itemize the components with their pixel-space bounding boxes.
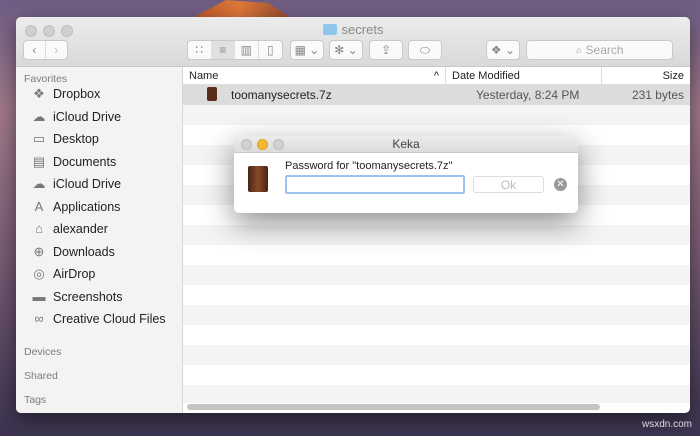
ok-button[interactable]: Ok	[473, 176, 544, 193]
sidebar-item[interactable]: ◎ AirDrop	[31, 266, 96, 282]
sidebar-item[interactable]: ☁ iCloud Drive	[31, 108, 122, 124]
dropbox-button[interactable]: ❖ ⌄	[486, 40, 520, 60]
tags-heading[interactable]: Tags	[16, 394, 46, 406]
folder-icon: ▬	[32, 288, 46, 304]
horizontal-scrollbar[interactable]	[187, 404, 600, 410]
back-button[interactable]: ‹	[24, 41, 46, 59]
sidebar-item[interactable]: ▬ Screenshots	[31, 288, 123, 304]
sidebar-item-label: iCloud Drive	[53, 109, 122, 124]
search-icon: ⌕	[575, 42, 586, 57]
cloud-icon: ☁	[32, 176, 46, 191]
sidebar-item-label: AirDrop	[53, 267, 96, 281]
view-switcher: ∷ ≡ ▥ ▯	[187, 40, 283, 60]
column-header-date[interactable]: Date Modified	[446, 67, 602, 84]
sidebar-item-label: iCloud Drive	[53, 177, 122, 191]
sidebar-item-label: Creative Cloud Files	[53, 312, 166, 326]
favorites-heading: Favorites	[24, 73, 68, 85]
finder-window: secrets ‹ › ∷ ≡ ▥ ▯ ▦ ⌄ ✻ ⌄ ⇪ ⬭ ❖ ⌄ ⌕ Search…	[16, 17, 690, 413]
forward-button[interactable]: ›	[46, 41, 67, 59]
sidebar-item[interactable]: ▤ Documents	[31, 153, 117, 169]
title-bar: secrets ‹ › ∷ ≡ ▥ ▯ ▦ ⌄ ✻ ⌄ ⇪ ⬭ ❖ ⌄ ⌕ Search	[16, 17, 690, 67]
sidebar-item-label: Dropbox	[53, 87, 101, 101]
folder-icon	[322, 24, 337, 35]
cancel-x-icon[interactable]: ✕	[554, 178, 567, 191]
column-header-name[interactable]: Name ^	[183, 67, 446, 84]
file-name: toomanysecrets.7z	[231, 88, 332, 102]
file-list: Name ^ Date Modified Size toomanysecrets.…	[183, 67, 690, 413]
desktop-icon: ▭	[32, 131, 46, 146]
sidebar-item-label: Downloads	[53, 244, 115, 259]
dropbox-icon: ❖	[33, 86, 45, 101]
action-gear-button[interactable]: ✻ ⌄	[329, 40, 363, 60]
password-prompt: Password for "toomanysecrets.7z"	[285, 160, 453, 172]
tags-button[interactable]: ⬭	[408, 40, 442, 60]
sidebar-item[interactable]: ⌂ alexander	[31, 221, 108, 237]
applications-icon: A	[34, 198, 44, 214]
downloads-icon: ⊕	[33, 243, 45, 259]
cloud-icon: ☁	[32, 108, 46, 124]
dialog-close-button[interactable]	[241, 139, 252, 150]
shared-heading[interactable]: Shared	[16, 370, 58, 382]
airdrop-icon: ◎	[33, 266, 45, 281]
creative-cloud-icon: ∞	[34, 311, 44, 326]
search-field[interactable]: ⌕ Search	[526, 40, 673, 60]
window-title: secrets	[341, 22, 384, 37]
file-row[interactable]: toomanysecrets.7z Yesterday, 8:24 PM 231…	[183, 85, 690, 105]
sidebar-item[interactable]: ▭ Desktop	[31, 131, 99, 147]
watermark: wsxdn.com	[641, 419, 692, 430]
column-view-button[interactable]: ▥	[235, 41, 259, 59]
sidebar: Favorites ❖ Dropbox ☁ iCloud Drive ▭ Desktop ▤…	[16, 67, 183, 413]
dialog-zoom-button[interactable]	[273, 139, 284, 150]
home-icon: ⌂	[35, 221, 43, 236]
nav-buttons: ‹ ›	[23, 40, 68, 60]
sidebar-item[interactable]: ☁ iCloud Drive	[31, 176, 122, 192]
sidebar-item-label: Desktop	[53, 132, 99, 146]
sidebar-item[interactable]: ⊕ Downloads	[31, 243, 115, 259]
arrange-button[interactable]: ▦ ⌄	[290, 40, 324, 60]
dialog-minimize-button[interactable]	[257, 139, 268, 150]
archive-icon	[207, 86, 217, 101]
gallery-view-button[interactable]: ▯	[259, 41, 282, 59]
share-button[interactable]: ⇪	[369, 40, 403, 60]
sort-ascending-icon: ^	[433, 70, 439, 82]
sidebar-item[interactable]: ❖ Dropbox	[31, 86, 101, 102]
sidebar-item-label: Documents	[53, 154, 117, 169]
file-date: Yesterday, 8:24 PM	[476, 88, 580, 102]
sidebar-item[interactable]: ∞ Creative Cloud Files	[31, 311, 166, 327]
column-header-size[interactable]: Size	[602, 67, 690, 84]
keka-app-icon	[248, 166, 268, 192]
password-input[interactable]	[285, 175, 465, 194]
sidebar-item-label: Screenshots	[53, 289, 123, 304]
documents-icon: ▤	[32, 153, 46, 169]
list-view-button[interactable]: ≡	[211, 41, 235, 59]
sidebar-item-label: Applications	[53, 199, 121, 214]
icon-view-button[interactable]: ∷	[188, 41, 212, 59]
dialog-title: Keka	[392, 137, 420, 151]
keka-password-dialog: Keka Password for "toomanysecrets.7z" Ok…	[234, 136, 578, 213]
sidebar-item-label: alexander	[53, 222, 108, 236]
file-size: 231 bytes	[631, 88, 684, 102]
devices-heading[interactable]: Devices	[16, 346, 61, 358]
sidebar-item[interactable]: A Applications	[31, 198, 121, 214]
